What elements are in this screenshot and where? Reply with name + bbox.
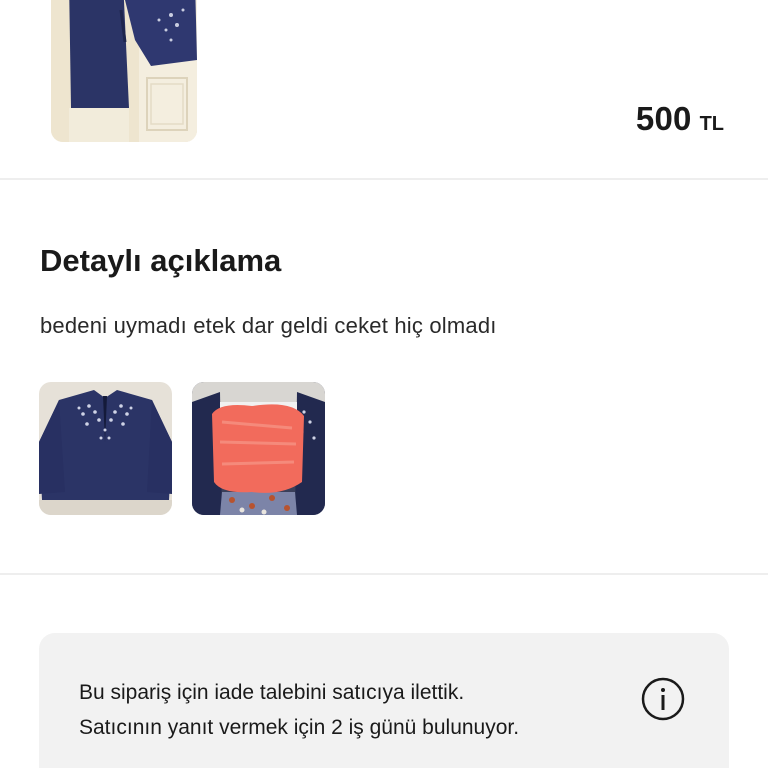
return-info-text: Bu sipariş için iade talebini satıcıya i… (79, 675, 519, 745)
price: 500 TL (636, 100, 724, 138)
info-icon-glyph (641, 677, 685, 721)
info-icon[interactable] (641, 677, 685, 721)
return-info-line-2: Satıcının yanıt vermek için 2 iş günü bu… (79, 716, 520, 739)
price-currency: TL (699, 113, 724, 135)
product-summary: 500 TL (0, 0, 768, 178)
price-amount: 500 (635, 100, 692, 137)
product-photo-image (51, 0, 197, 142)
return-info-box: Bu sipariş için iade talebini satıcıya i… (39, 633, 729, 768)
description-title: Detaylı açıklama (40, 243, 282, 278)
jacket-photo (39, 382, 172, 515)
section-divider (0, 178, 768, 180)
section-divider (0, 573, 768, 575)
description-photo-1[interactable] (39, 382, 172, 515)
description-photo-gallery (39, 382, 325, 515)
worn-jacket-photo (192, 382, 325, 515)
return-request-page: 500 TL Detaylı açıklama bedeni uymadı et… (0, 0, 768, 768)
return-info-line-1: Bu sipariş için iade talebini satıcıya i… (79, 681, 465, 704)
description-text: bedeni uymadı etek dar geldi ceket hiç o… (40, 313, 497, 338)
description-photo-2[interactable] (192, 382, 325, 515)
product-photo[interactable] (51, 0, 197, 142)
